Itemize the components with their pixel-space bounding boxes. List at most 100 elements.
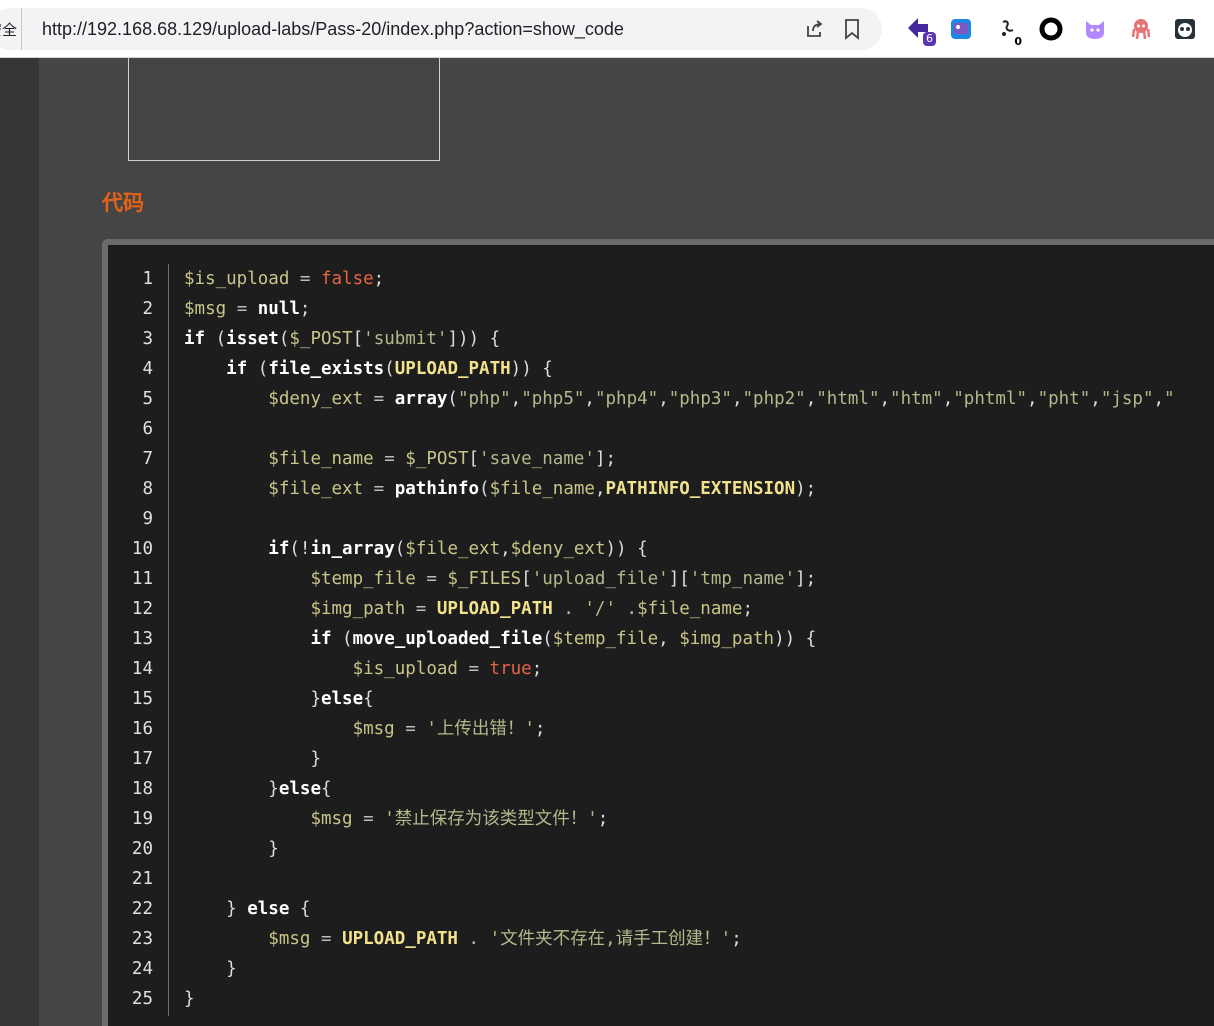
code-token: $img_path — [310, 599, 406, 619]
code-token: , — [1153, 389, 1165, 409]
code-token: "jsp" — [1100, 389, 1154, 409]
line-number: 13 — [131, 629, 153, 649]
code-token: ); — [795, 479, 817, 499]
code-text: if (move_uploaded_file($temp_file, $img_… — [184, 624, 816, 654]
extension-script-icon[interactable]: 0 — [996, 16, 1022, 48]
line-number: 14 — [131, 659, 153, 679]
code-token: = — [310, 929, 343, 949]
code-token: "html" — [816, 389, 880, 409]
code-token: [ — [521, 569, 532, 589]
code-text: } — [184, 984, 195, 1014]
extension-ring-icon[interactable] — [1038, 16, 1064, 42]
code-line: 11 $temp_file = $_FILES['upload_file']['… — [0, 564, 1214, 594]
line-number: 15 — [131, 689, 153, 709]
code-line: 9 — [0, 504, 1214, 534]
line-number: 9 — [142, 509, 153, 529]
code-token: if — [226, 359, 248, 379]
code-token: $temp_file — [310, 569, 416, 589]
code-line: 23 $msg = UPLOAD_PATH . '文件夹不存在,请手工创建！'; — [0, 924, 1214, 954]
code-text: }else{ — [184, 684, 373, 714]
code-token: " — [1164, 389, 1175, 409]
code-token: $msg — [184, 299, 227, 319]
code-token: $_POST — [289, 329, 353, 349]
code-token: $is_upload — [184, 269, 290, 289]
code-text: $msg = null; — [184, 294, 310, 324]
code-token: ( — [384, 359, 395, 379]
code-token: else — [247, 899, 290, 919]
code-token: $msg — [310, 809, 353, 829]
code-token: , — [805, 389, 817, 409]
share-icon[interactable] — [802, 17, 826, 41]
code-text: $is_upload = true; — [184, 654, 543, 684]
code-token: UPLOAD_PATH — [342, 929, 458, 949]
extension-image-icon[interactable] — [948, 16, 974, 42]
code-text: $file_name = $_POST['save_name']; — [184, 444, 616, 474]
line-number: 20 — [131, 839, 153, 859]
code-token: = — [405, 599, 437, 619]
code-token: PATHINFO_EXTENSION — [605, 479, 796, 499]
code-token: , — [510, 389, 522, 409]
code-line: 13 if (move_uploaded_file($temp_file, $i… — [0, 624, 1214, 654]
code-token: $_POST — [405, 449, 469, 469]
address-bar[interactable]: 安全 http://192.168.68.129/upload-labs/Pas… — [0, 8, 882, 50]
code-token: $file_name — [637, 599, 743, 619]
extension-octopus-icon[interactable] — [1128, 16, 1154, 42]
code-token: '上传出错！' — [426, 719, 535, 739]
code-text: $deny_ext = array("php","php5","php4","p… — [184, 384, 1175, 414]
code-token: { — [289, 899, 311, 919]
security-indicator[interactable]: 安全 — [0, 8, 22, 50]
code-token: null — [257, 299, 300, 319]
code-token: if — [310, 629, 332, 649]
extension-cat-icon[interactable] — [1082, 16, 1108, 42]
code-token: . — [552, 599, 585, 619]
line-number: 2 — [142, 299, 153, 319]
url-text[interactable]: http://192.168.68.129/upload-labs/Pass-2… — [42, 8, 624, 50]
extension-badge-count: 6 — [923, 32, 936, 46]
code-token: ][ — [668, 569, 690, 589]
code-token: $msg — [352, 719, 395, 739]
code-token: )) { — [510, 359, 553, 379]
code-token: } — [310, 689, 321, 709]
code-token: "php5" — [521, 389, 585, 409]
code-text: } — [184, 744, 321, 774]
code-token: , — [658, 389, 669, 409]
code-token: ; — [534, 719, 546, 739]
code-token: UPLOAD_PATH — [436, 599, 553, 619]
code-token: = — [363, 479, 395, 499]
bookmark-icon[interactable] — [840, 17, 864, 41]
code-token: pathinfo — [394, 479, 480, 499]
code-token: else — [278, 779, 321, 799]
code-token: $is_upload — [352, 659, 458, 679]
code-token: true — [489, 659, 532, 679]
line-number: 16 — [131, 719, 153, 739]
code-text: } — [184, 954, 237, 984]
image-preview-box — [128, 58, 440, 161]
code-token: ; — [373, 269, 385, 289]
code-token: 'save_name' — [479, 449, 595, 469]
code-token: ( — [278, 329, 290, 349]
line-number: 24 — [131, 959, 153, 979]
code-token: ( — [205, 329, 227, 349]
code-token: } — [184, 989, 195, 1009]
line-number: 23 — [131, 929, 153, 949]
code-line: 25} — [0, 984, 1214, 1014]
code-token: '/' — [584, 599, 616, 619]
code-text: $img_path = UPLOAD_PATH . '/' .$file_nam… — [184, 594, 753, 624]
line-number: 17 — [131, 749, 153, 769]
extension-panda-icon[interactable] — [1172, 16, 1198, 42]
line-number: 1 — [142, 269, 153, 289]
code-token: )) { — [774, 629, 817, 649]
line-number: 8 — [142, 479, 153, 499]
code-line: 17 } — [0, 744, 1214, 774]
code-token: 'upload_file' — [531, 569, 669, 589]
extension-badge-icon[interactable]: 6 — [906, 16, 936, 46]
line-number: 11 — [131, 569, 153, 589]
